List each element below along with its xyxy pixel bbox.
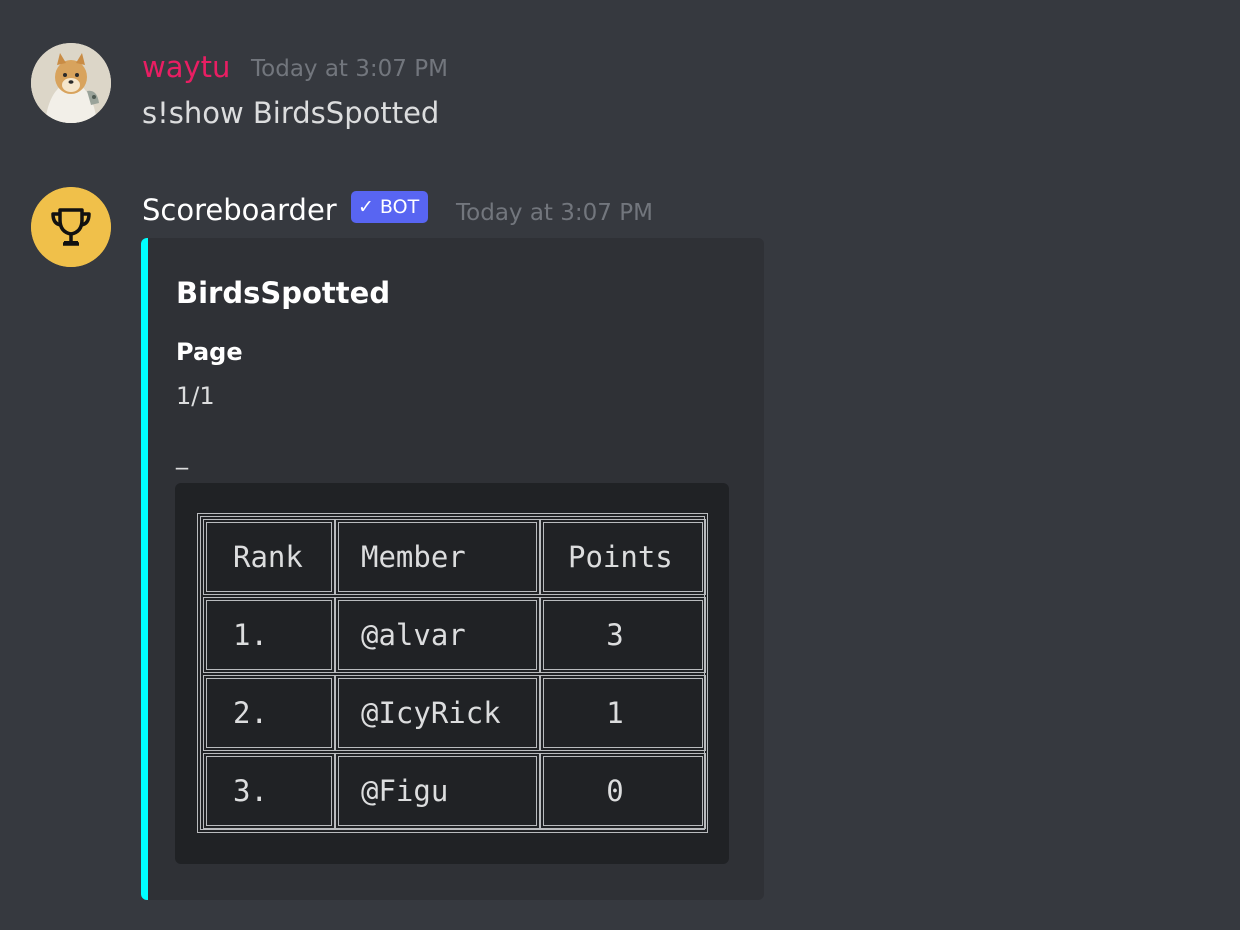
- embed-title: BirdsSpotted: [176, 276, 391, 310]
- message-timestamp: Today at 3:07 PM: [251, 56, 448, 82]
- embed-field-value: 1/1: [176, 382, 215, 410]
- shiba-avatar-icon: [31, 43, 111, 123]
- code-block: Rank Member Points 1. @alvar 3 2. @IcyRi…: [175, 483, 729, 864]
- message-timestamp: Today at 3:07 PM: [456, 200, 653, 226]
- table-cell-rank: 1.: [203, 597, 335, 673]
- bot-username[interactable]: Scoreboarder: [142, 193, 337, 227]
- checkmark-icon: ✓: [358, 196, 374, 218]
- table-cell-rank: 2.: [203, 675, 335, 751]
- table-header-cell: Member: [335, 519, 540, 595]
- table-cell-points: 1: [540, 675, 706, 751]
- scoreboard-table: Rank Member Points 1. @alvar 3 2. @IcyRi…: [197, 513, 708, 833]
- user-avatar[interactable]: [31, 43, 111, 123]
- table-cell-member: @Figu: [335, 753, 540, 829]
- trophy-icon: [31, 187, 111, 267]
- table-header-cell: Points: [540, 519, 706, 595]
- username[interactable]: waytu: [142, 50, 230, 84]
- table-cell-points: 0: [540, 753, 706, 829]
- table-header-cell: Rank: [203, 519, 335, 595]
- embed-field-name: Page: [176, 338, 243, 366]
- bot-badge-label: BOT: [379, 196, 420, 218]
- table-cell-member: @alvar: [335, 597, 540, 673]
- scoreboard-embed: BirdsSpotted Page 1/1 _ Rank Member Poin…: [141, 238, 764, 900]
- embed-separator: _: [176, 442, 188, 470]
- table-cell-rank: 3.: [203, 753, 335, 829]
- bot-avatar[interactable]: [31, 187, 111, 267]
- table-cell-points: 3: [540, 597, 706, 673]
- message-content: s!show BirdsSpotted: [142, 96, 440, 130]
- table-cell-member: @IcyRick: [335, 675, 540, 751]
- bot-badge: ✓ BOT: [351, 191, 429, 223]
